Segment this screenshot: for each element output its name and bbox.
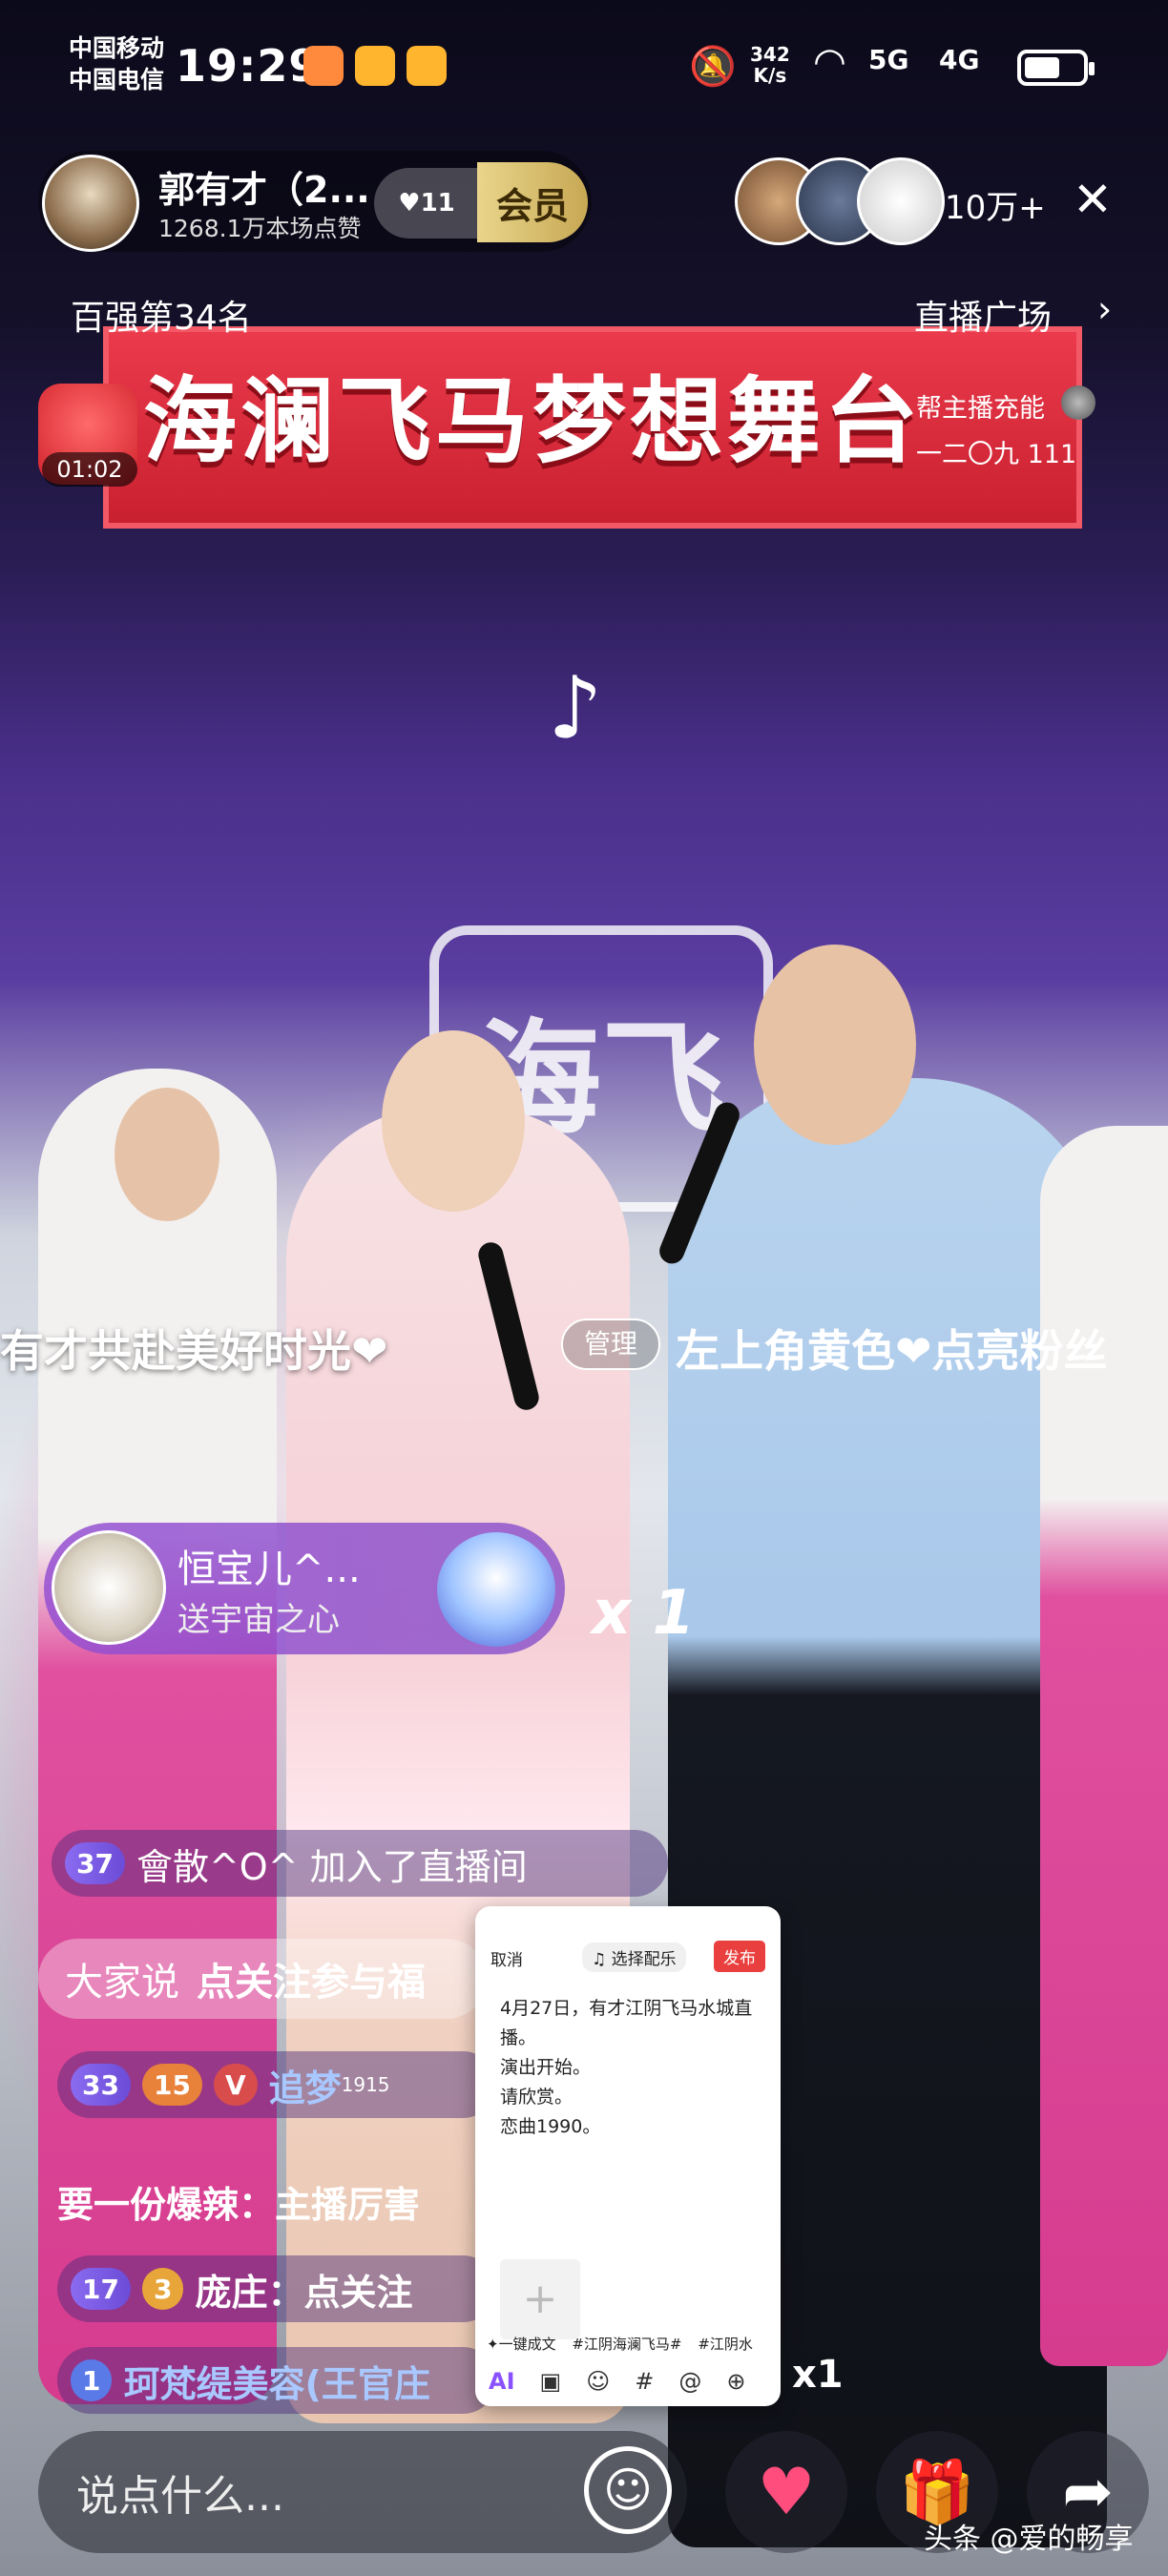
heart-level: 11 (420, 189, 455, 218)
image-icon[interactable]: ▣ (540, 2368, 562, 2395)
mention-icon[interactable]: @ (678, 2368, 701, 2395)
heart-icon: ♥ (398, 189, 421, 218)
viewer-count[interactable]: 10万+ (945, 181, 1046, 228)
hashtag-icon[interactable]: # (635, 2368, 654, 2395)
scroll-comment-right: 左上角黄色❤点亮粉丝 (676, 1325, 1108, 1377)
astronaut-gift-icon (437, 1532, 555, 1647)
hashtag-tag[interactable]: #江阴水 (698, 2336, 753, 2353)
join-text: 會散^O^ 加入了直播间 (136, 1845, 528, 1888)
recharge-ball-icon (1061, 385, 1095, 420)
add-media-button[interactable]: + (500, 2259, 580, 2339)
level-badge: 17 (71, 2268, 131, 2310)
battery-icon (1017, 50, 1095, 86)
chat-row: 17 3 庞庄：点关注 (57, 2255, 496, 2322)
compose-line: 恋曲1990。 (500, 2116, 601, 2137)
dancer-right (1040, 1126, 1168, 2366)
recharge-sub: 一二〇九 111 (916, 440, 1077, 469)
speed-value: 342 (750, 43, 790, 66)
chat-user[interactable]: 追梦 (269, 2059, 342, 2111)
like-heart-icon[interactable]: ♥ (725, 2431, 847, 2553)
combo-count: x1 (792, 2353, 844, 2397)
weibo-icon (355, 46, 395, 86)
watermark: 头条 @爱的畅享 (924, 2523, 1134, 2556)
close-icon[interactable]: ✕ (1073, 172, 1113, 227)
streamer-name[interactable]: 郭有才（2... (158, 160, 370, 213)
level-badge: 1 (71, 2359, 113, 2401)
mute-bell-icon: 🔕 (689, 45, 737, 89)
viewer-avatar-3[interactable] (857, 157, 945, 245)
network-speed: 342 K/s (750, 44, 790, 86)
emoji-icon[interactable]: ☺ (586, 2368, 610, 2395)
wifi-icon: ◠ (813, 40, 846, 84)
singer-man-face (754, 945, 916, 1145)
live-plaza-link[interactable]: 直播广场 (914, 290, 1052, 340)
chat-user-sup: 1915 (341, 2073, 390, 2096)
compose-text[interactable]: 4月27日，有才江阴飞马水城直播。 演出开始。 请欣赏。 恋曲1990。 (500, 1994, 767, 2142)
fan-heart-badge[interactable]: ♥ 11 (374, 168, 479, 239)
select-music-button[interactable]: ♫ 选择配乐 (582, 1942, 686, 1972)
member-button[interactable]: 会员 (477, 162, 588, 242)
admin-badge: 管理 (561, 1319, 660, 1370)
chat-row: 1 珂梵缇美容(王官庄 (57, 2347, 496, 2414)
carrier-2: 中国电信 (69, 66, 165, 93)
gift-action: 送宇宙之心 (177, 1601, 340, 1639)
red-packet-timer: 01:02 (42, 452, 137, 487)
likes-count: 1268.1万本场点赞 (158, 215, 362, 242)
status-time: 19:29 (176, 40, 321, 92)
chat-text: 珂梵缇美容(王官庄 (123, 2362, 430, 2405)
gift-count: x 1 (592, 1578, 696, 1649)
carrier-1: 中国移动 (69, 34, 165, 62)
carrier-labels: 中国移动 中国电信 (69, 32, 164, 95)
signal-4g: 4G (939, 44, 980, 75)
singer-woman-face (382, 1030, 525, 1212)
chat-row: 33 15 V 追梦 1915 (57, 2051, 496, 2118)
chat-text: 庞庄：点关注 (195, 2271, 413, 2314)
cancel-button[interactable]: 取消 (490, 1946, 523, 1970)
heart-app-icon (303, 46, 344, 86)
scroll-comment-left: 有才共赴美好时光❤ (0, 1325, 388, 1377)
signal-5g: 5G (868, 44, 909, 75)
speed-unit: K/s (753, 64, 787, 87)
level-badge: 37 (65, 1842, 125, 1884)
fan-badge: 15 (141, 2064, 202, 2106)
say-label: 大家说 (65, 1961, 179, 2005)
everyone-says-bar[interactable]: 大家说 点关注参与福 (38, 1939, 487, 2019)
add-icon[interactable]: ⊕ (726, 2368, 745, 2395)
ai-icon[interactable]: AI (489, 2368, 515, 2395)
join-message: 37 會散^O^ 加入了直播间 (52, 1830, 668, 1897)
fan-badge: 3 (141, 2268, 184, 2310)
rank-label[interactable]: 百强第34名 (71, 290, 252, 340)
tiktok-logo-icon: ♪ (548, 658, 603, 758)
weibo-icon-2 (407, 46, 447, 86)
gift-sender-avatar[interactable] (52, 1530, 166, 1645)
chat-spicy: 要一份爆辣：主播厉害 (57, 2184, 421, 2226)
level-badge: 33 (71, 2064, 131, 2106)
compose-line: 4月27日，有才江阴飞马水城直播。 (500, 1998, 753, 2048)
v-badge: V (213, 2064, 258, 2106)
stage-banner-text: 海澜飞马梦想舞台 (143, 367, 923, 476)
recharge-label[interactable]: 帮主播充能 (916, 387, 1045, 425)
compose-popup: 取消 ♫ 选择配乐 发布 4月27日，有才江阴飞马水城直播。 演出开始。 请欣赏… (475, 1906, 781, 2406)
gift-sender-name[interactable]: 恒宝儿^... (177, 1538, 361, 1593)
compose-line: 请欣赏。 (500, 2087, 574, 2108)
hashtag-tag[interactable]: #江阴海澜飞马# (572, 2336, 681, 2353)
compose-line: 演出开始。 (500, 2057, 592, 2078)
compose-toolbar: AI ▣ ☺ # @ ⊕ (489, 2368, 745, 2395)
streamer-avatar[interactable] (42, 155, 139, 252)
tag-row: ✦一键成文 #江阴海澜飞马# #江阴水 (487, 2334, 773, 2354)
one-click-text-tag[interactable]: ✦一键成文 (487, 2336, 556, 2353)
emoji-icon[interactable]: ☺ (584, 2446, 672, 2534)
chevron-right-icon[interactable]: › (1097, 288, 1112, 330)
dancer-left-face (115, 1088, 219, 1221)
publish-button[interactable]: 发布 (714, 1941, 765, 1972)
say-text: 点关注参与福 (197, 1961, 426, 2005)
